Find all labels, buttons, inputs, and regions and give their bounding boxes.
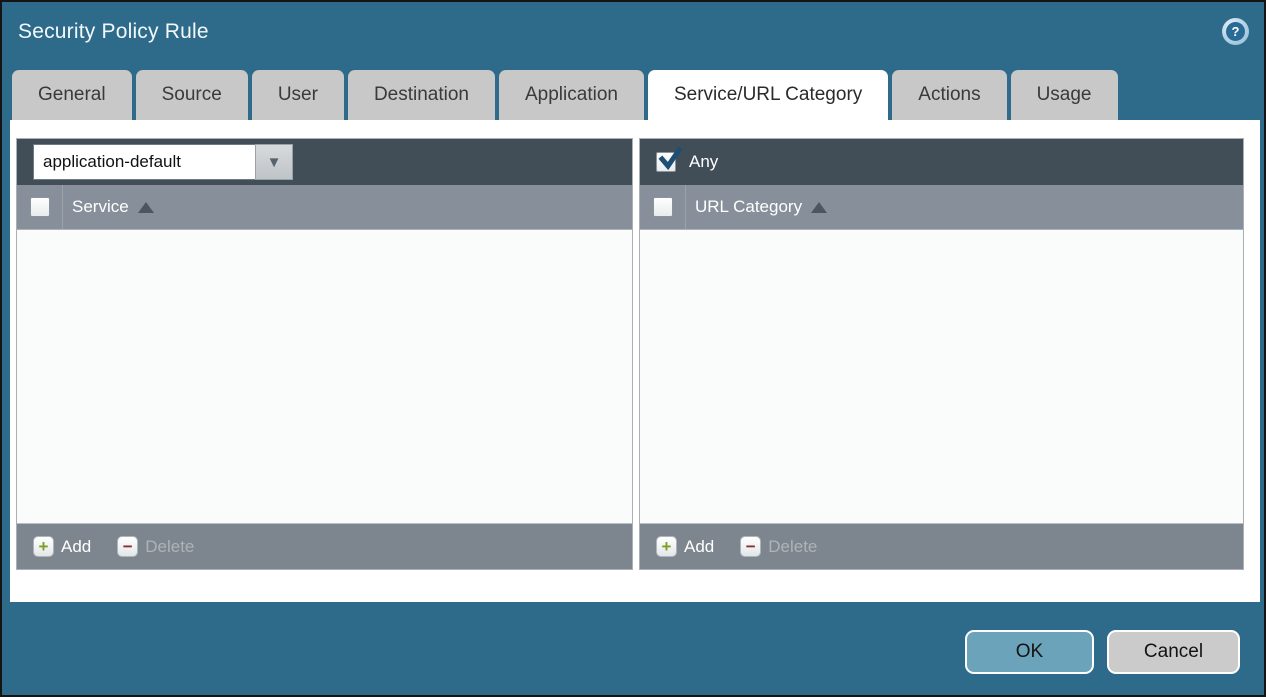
tab-usage[interactable]: Usage [1011,70,1118,120]
service-type-input[interactable] [33,144,255,180]
service-table-header: Service [17,185,632,230]
minus-icon: − [740,536,761,557]
url-category-toolbar: Any [640,139,1243,185]
service-type-combo: ▼ [33,144,293,180]
security-policy-rule-dialog: Security Policy Rule ? General Source Us… [0,0,1266,697]
service-toolbar: ▼ [17,139,632,185]
ok-button[interactable]: OK [965,630,1094,674]
url-category-select-all-cell [640,185,686,229]
tab-content-area: ▼ Service + Add − Delete [10,120,1260,602]
service-select-all-cell [17,185,63,229]
url-category-delete-button[interactable]: − Delete [740,536,817,557]
tab-application[interactable]: Application [499,70,644,120]
url-category-add-button[interactable]: + Add [656,536,714,557]
service-select-all-checkbox[interactable] [30,197,50,217]
service-footer: + Add − Delete [17,523,632,569]
service-add-button[interactable]: + Add [33,536,91,557]
cancel-button[interactable]: Cancel [1107,630,1240,674]
checkmark-icon [658,147,682,171]
tab-destination[interactable]: Destination [348,70,495,120]
url-category-column-header[interactable]: URL Category [695,197,802,217]
plus-icon: + [33,536,54,557]
tab-actions[interactable]: Actions [892,70,1006,120]
minus-icon: − [117,536,138,557]
url-category-list-body[interactable] [640,230,1243,523]
url-category-table-header: URL Category [640,185,1243,230]
service-list-body[interactable] [17,230,632,523]
service-panel: ▼ Service + Add − Delete [16,138,633,570]
plus-icon: + [656,536,677,557]
url-category-panel: Any URL Category + Add − Delete [639,138,1244,570]
url-category-select-all-checkbox[interactable] [653,197,673,217]
any-label: Any [689,152,718,172]
tab-source[interactable]: Source [136,70,248,120]
tab-service-url-category[interactable]: Service/URL Category [648,70,888,120]
dialog-title: Security Policy Rule [18,20,209,44]
service-column-header[interactable]: Service [72,197,129,217]
question-mark-icon: ? [1226,22,1245,41]
tab-user[interactable]: User [252,70,344,120]
help-icon[interactable]: ? [1222,18,1249,45]
url-category-footer: + Add − Delete [640,523,1243,569]
any-checkbox[interactable] [656,152,676,172]
chevron-down-icon[interactable]: ▼ [255,144,293,180]
sort-ascending-icon [811,202,827,213]
tab-bar: General Source User Destination Applicat… [12,70,1118,120]
sort-ascending-icon [138,202,154,213]
service-delete-button[interactable]: − Delete [117,536,194,557]
tab-general[interactable]: General [12,70,132,120]
